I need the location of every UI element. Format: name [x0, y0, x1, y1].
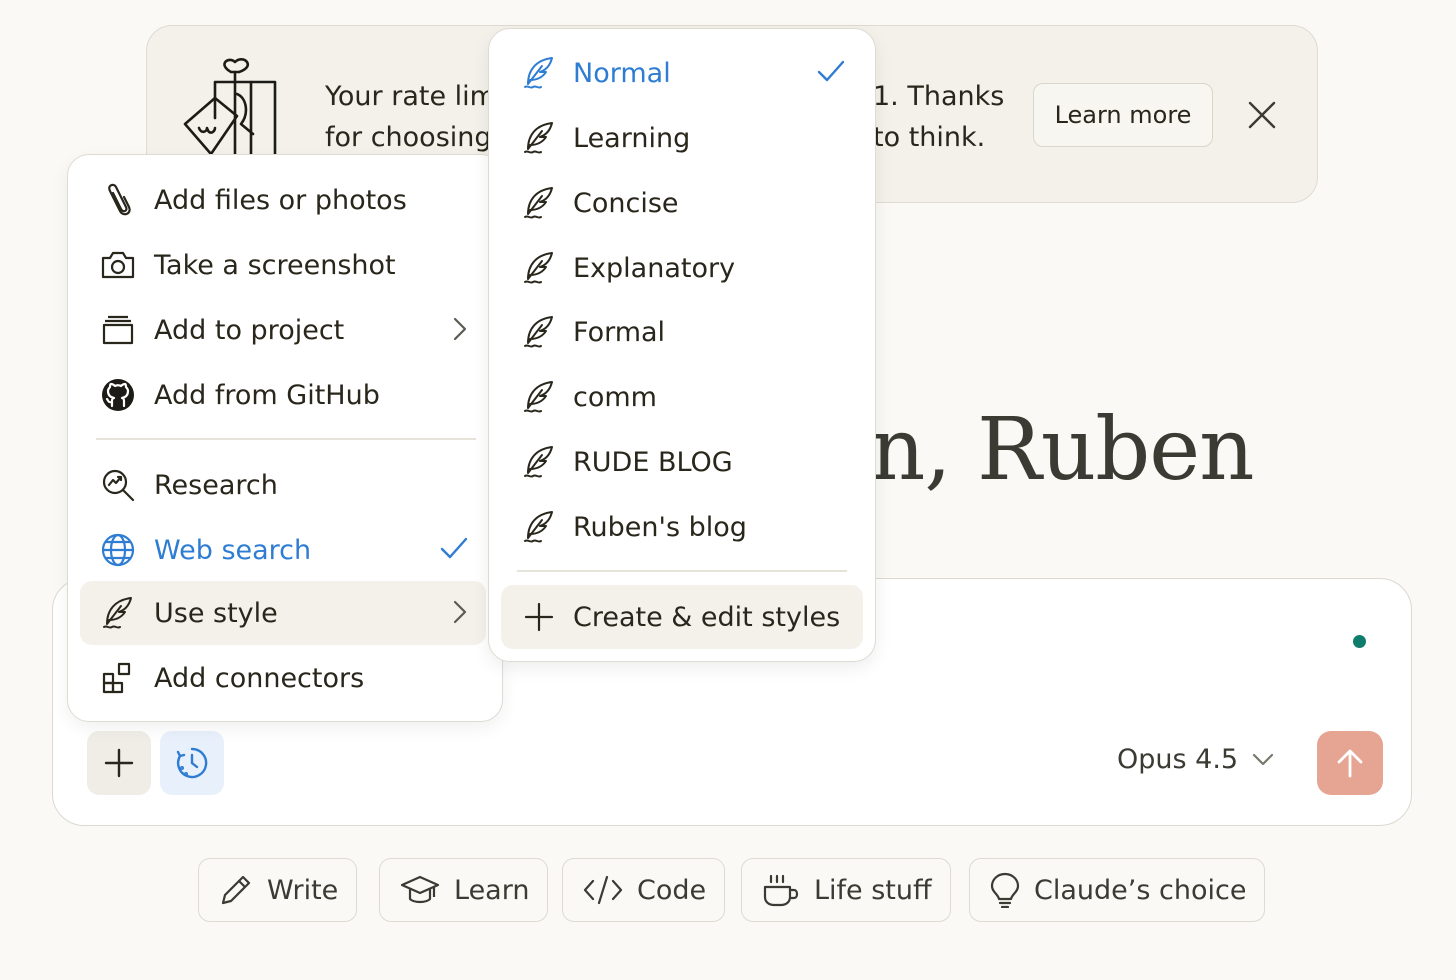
- model-name: Opus 4.5: [1117, 744, 1239, 775]
- quill-icon: [98, 596, 138, 630]
- gift-icon: [177, 58, 287, 158]
- arrow-up-icon: [1337, 749, 1363, 778]
- quill-icon: [519, 315, 559, 349]
- style-item-formal[interactable]: Formal: [501, 300, 863, 364]
- menu-item-research[interactable]: Research: [80, 453, 486, 517]
- lightbulb-icon: [990, 872, 1020, 908]
- chevron-right-icon: [452, 599, 468, 625]
- chevron-right-icon: [452, 316, 468, 342]
- learn-more-button[interactable]: Learn more: [1033, 83, 1213, 147]
- create-edit-styles[interactable]: Create & edit styles: [501, 585, 863, 649]
- quill-icon: [519, 251, 559, 285]
- chevron-down-icon: [1252, 753, 1274, 765]
- model-selector[interactable]: Opus 4.5: [1117, 744, 1274, 775]
- coffee-cup-icon: [763, 874, 799, 907]
- globe-icon: [98, 533, 138, 567]
- checkmark-icon: [817, 59, 845, 83]
- menu-item-add-from-github[interactable]: Add from GitHub: [80, 363, 486, 427]
- menu-item-add-connectors[interactable]: Add connectors: [80, 646, 486, 710]
- style-item-rude-blog[interactable]: RUDE BLOG: [501, 430, 863, 494]
- pencil-icon: [221, 875, 251, 905]
- connectors-icon: [98, 661, 138, 695]
- menu-item-add-to-project[interactable]: Add to project: [80, 298, 486, 362]
- project-icon: [98, 315, 138, 345]
- attach-menu: Add files or photos Take a screenshot Ad…: [67, 154, 503, 722]
- quill-icon: [519, 510, 559, 544]
- checkmark-icon: [440, 536, 468, 560]
- style-item-concise[interactable]: Concise: [501, 171, 863, 235]
- chip-learn[interactable]: Learn: [379, 858, 549, 922]
- attach-button[interactable]: [87, 731, 151, 795]
- chip-write[interactable]: Write: [198, 858, 358, 922]
- code-icon: [583, 875, 623, 905]
- menu-item-use-style[interactable]: Use style: [80, 581, 486, 645]
- github-icon: [98, 378, 138, 412]
- quill-icon: [519, 121, 559, 155]
- style-item-normal[interactable]: Normal: [501, 41, 863, 105]
- menu-divider: [517, 570, 847, 572]
- send-button[interactable]: [1317, 731, 1383, 795]
- menu-item-take-screenshot[interactable]: Take a screenshot: [80, 233, 486, 297]
- greeting-title: n, Ruben: [870, 400, 1255, 500]
- quill-icon: [519, 186, 559, 220]
- style-item-explanatory[interactable]: Explanatory: [501, 236, 863, 300]
- style-item-comm[interactable]: comm: [501, 365, 863, 429]
- status-dot: [1353, 635, 1366, 648]
- banner-message-left: Your rate lim for choosing: [325, 81, 489, 153]
- quill-icon: [519, 56, 559, 90]
- menu-item-add-files[interactable]: Add files or photos: [80, 168, 486, 232]
- menu-divider: [96, 438, 476, 440]
- chip-life-stuff[interactable]: Life stuff: [741, 858, 951, 922]
- paperclip-icon: [98, 183, 138, 217]
- camera-icon: [98, 251, 138, 279]
- style-item-rubens-blog[interactable]: Ruben's blog: [501, 495, 863, 559]
- graduation-cap-icon: [400, 875, 440, 904]
- close-icon[interactable]: [1247, 100, 1277, 130]
- extended-thinking-button[interactable]: [160, 731, 224, 795]
- style-item-learning[interactable]: Learning: [501, 106, 863, 170]
- quill-icon: [519, 445, 559, 479]
- quill-icon: [519, 380, 559, 414]
- clock-icon: [176, 747, 208, 779]
- plus-icon: [104, 748, 134, 778]
- menu-item-web-search[interactable]: Web search: [80, 518, 486, 582]
- chip-claudes-choice[interactable]: Claude’s choice: [969, 858, 1266, 922]
- chip-code[interactable]: Code: [562, 858, 726, 922]
- banner-message-right: 1. Thanks to think.: [873, 81, 1005, 153]
- style-menu: Normal Learning Concise Explanatory Form…: [488, 28, 876, 662]
- plus-icon: [519, 602, 559, 632]
- research-icon: [98, 468, 138, 502]
